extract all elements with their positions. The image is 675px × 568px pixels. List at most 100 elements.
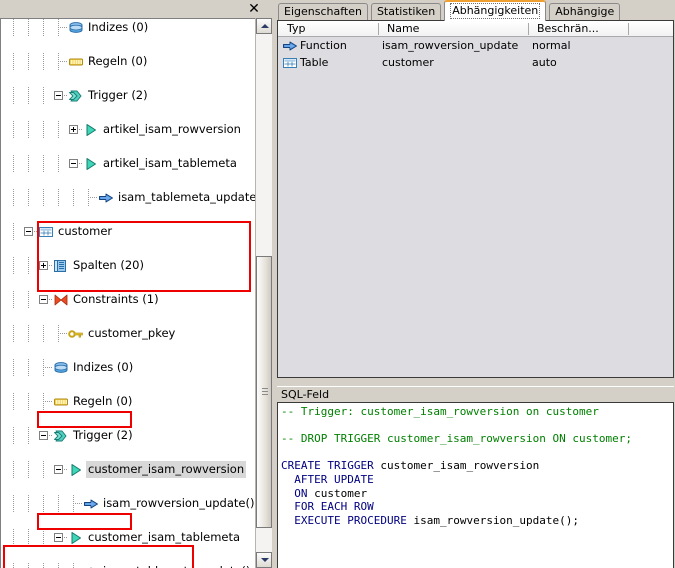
tree-item[interactable]: artikel_isam_rowversion bbox=[1, 121, 256, 138]
tree-item[interactable]: Trigger (2) bbox=[1, 87, 256, 104]
tree-item[interactable]: artikel_isam_tablemeta bbox=[1, 155, 256, 172]
collapse-node-button[interactable] bbox=[69, 159, 78, 168]
tree-item[interactable]: Regeln (0) bbox=[1, 53, 256, 70]
tree-guide-line bbox=[58, 563, 59, 568]
tree-item-label-wrap: isam_tablemeta_update() bbox=[101, 563, 252, 568]
tree-item-label: Trigger (2) bbox=[73, 428, 133, 442]
tab-abh-ngige[interactable]: Abhängige bbox=[549, 3, 621, 20]
collapse-node-button[interactable] bbox=[24, 227, 33, 236]
tree-item[interactable]: Regeln (0) bbox=[1, 393, 256, 410]
tree-guide-line bbox=[43, 87, 44, 104]
object-tree[interactable]: Indizes (0) Regeln (0) Trigger (2) artikel_… bbox=[1, 19, 256, 568]
expand-node-button[interactable] bbox=[39, 261, 48, 270]
tree-guide-line bbox=[28, 495, 29, 512]
tree-guide-line bbox=[28, 121, 29, 138]
tree-guide-line bbox=[28, 563, 29, 568]
tree-guide-line bbox=[28, 189, 29, 206]
tree-item[interactable]: isam_tablemeta_update() bbox=[1, 189, 256, 206]
tree-item[interactable]: Spalten (20) bbox=[1, 257, 256, 274]
tree-item-label-wrap: Indizes (0) bbox=[71, 359, 135, 376]
cell-beschraenkung: normal bbox=[532, 39, 571, 52]
column-divider[interactable] bbox=[628, 23, 629, 35]
tree-item[interactable]: Indizes (0) bbox=[1, 359, 256, 376]
tree-guide-line bbox=[13, 87, 14, 104]
table-row[interactable]: Function isam_rowversion_update normal bbox=[278, 37, 673, 54]
sql-code-line: CREATE TRIGGER customer_isam_rowversion bbox=[281, 459, 540, 473]
tree-item-label-wrap: customer_pkey bbox=[86, 325, 177, 342]
collapse-node-button[interactable] bbox=[54, 91, 63, 100]
column-header[interactable]: Name bbox=[382, 21, 532, 37]
tab-abh-ngigkeiten[interactable]: Abhängigkeiten bbox=[444, 0, 547, 21]
tree-item-label-wrap: Spalten (20) bbox=[71, 257, 146, 274]
tree-guide-line bbox=[43, 53, 44, 70]
tab-label: Eigenschaften bbox=[284, 5, 362, 18]
sql-comment-line: -- DROP TRIGGER customer_isam_rowversion… bbox=[281, 432, 632, 446]
tree-item-label: customer_pkey bbox=[88, 326, 176, 340]
close-icon[interactable]: ✕ bbox=[246, 1, 262, 17]
cell-name: customer bbox=[382, 56, 434, 69]
cell-typ: Function bbox=[282, 37, 347, 54]
tree-item-label: customer_isam_rowversion bbox=[86, 461, 247, 478]
column-header[interactable]: Typ bbox=[282, 21, 382, 37]
tree-guide-line bbox=[13, 257, 14, 274]
tree-item[interactable]: Indizes (0) bbox=[1, 19, 256, 36]
column-divider[interactable] bbox=[528, 23, 529, 35]
tree-guide-line bbox=[28, 87, 29, 104]
scrollbar-track[interactable] bbox=[256, 34, 272, 552]
scrollbar-thumb[interactable] bbox=[256, 256, 272, 528]
scroll-up-button[interactable] bbox=[256, 18, 272, 34]
tree-guide-line bbox=[58, 333, 68, 334]
sql-field-editor[interactable]: -- Trigger: customer_isam_rowversion on … bbox=[277, 402, 674, 568]
pane-titlebar: ✕ bbox=[0, 0, 272, 18]
chevron-up-icon bbox=[261, 24, 269, 28]
tree-item[interactable]: customer_isam_tablemeta bbox=[1, 529, 256, 546]
column-header[interactable]: Beschrän... bbox=[532, 21, 632, 37]
tree-guide-line bbox=[73, 189, 74, 206]
collapse-node-button[interactable] bbox=[39, 431, 48, 440]
chevron-down-icon bbox=[261, 558, 269, 562]
tree-item-label: Constraints (1) bbox=[73, 292, 159, 306]
tree-guide-line bbox=[43, 461, 44, 478]
table-body[interactable]: Function isam_rowversion_update normal Tabl… bbox=[278, 37, 673, 71]
tree-guide-line bbox=[58, 189, 59, 206]
tree-guide-line bbox=[28, 359, 29, 376]
expand-node-button[interactable] bbox=[69, 125, 78, 134]
tree-item-label: Spalten (20) bbox=[73, 258, 144, 272]
tree-item[interactable]: isam_rowversion_update() bbox=[1, 495, 256, 512]
tree-item-label: Trigger (2) bbox=[88, 88, 148, 102]
scroll-down-button[interactable] bbox=[256, 552, 272, 568]
collapse-node-button[interactable] bbox=[54, 465, 63, 474]
tab-eigenschaften[interactable]: Eigenschaften bbox=[278, 3, 368, 20]
tree-item[interactable]: customer_isam_rowversion bbox=[1, 461, 256, 478]
tree-guide-line bbox=[13, 393, 14, 410]
tree-item[interactable]: Constraints (1) bbox=[1, 291, 256, 308]
tree-guide-line bbox=[13, 427, 14, 444]
collapse-node-button[interactable] bbox=[39, 295, 48, 304]
collapse-node-button[interactable] bbox=[54, 533, 63, 542]
column-divider[interactable] bbox=[378, 23, 379, 35]
tree-item-label-wrap: artikel_isam_rowversion bbox=[101, 121, 243, 138]
columns-icon bbox=[53, 259, 69, 273]
tree-guide-line bbox=[13, 223, 14, 240]
table-row[interactable]: Table customer auto bbox=[278, 54, 673, 71]
tree-item[interactable]: customer_pkey bbox=[1, 325, 256, 342]
sql-text: -- Trigger: customer_isam_rowversion on … bbox=[278, 403, 673, 527]
tab-statistiken[interactable]: Statistiken bbox=[370, 3, 442, 20]
function-icon bbox=[98, 191, 114, 205]
tree-item-label: artikel_isam_rowversion bbox=[103, 122, 241, 136]
tree-item[interactable]: Trigger (2) bbox=[1, 427, 256, 444]
tree-guide-line bbox=[28, 461, 29, 478]
tree-guide-line bbox=[13, 495, 14, 512]
tree-item[interactable]: isam_tablemeta_update() bbox=[1, 563, 256, 568]
sql-code-line: ON customer bbox=[294, 486, 368, 500]
tree-guide-line bbox=[43, 189, 44, 206]
tree-item-label-wrap: customer bbox=[56, 223, 114, 240]
table-header-row: Typ Name Beschrän... bbox=[278, 21, 673, 37]
tree-guide-line bbox=[28, 155, 29, 172]
rules-icon bbox=[53, 395, 69, 409]
tree-guide-line bbox=[13, 291, 14, 308]
tree-guide-line bbox=[28, 53, 29, 70]
tree-vertical-scrollbar[interactable] bbox=[255, 18, 272, 568]
tree-item[interactable]: customer bbox=[1, 223, 256, 240]
tree-guide-line bbox=[43, 19, 44, 36]
